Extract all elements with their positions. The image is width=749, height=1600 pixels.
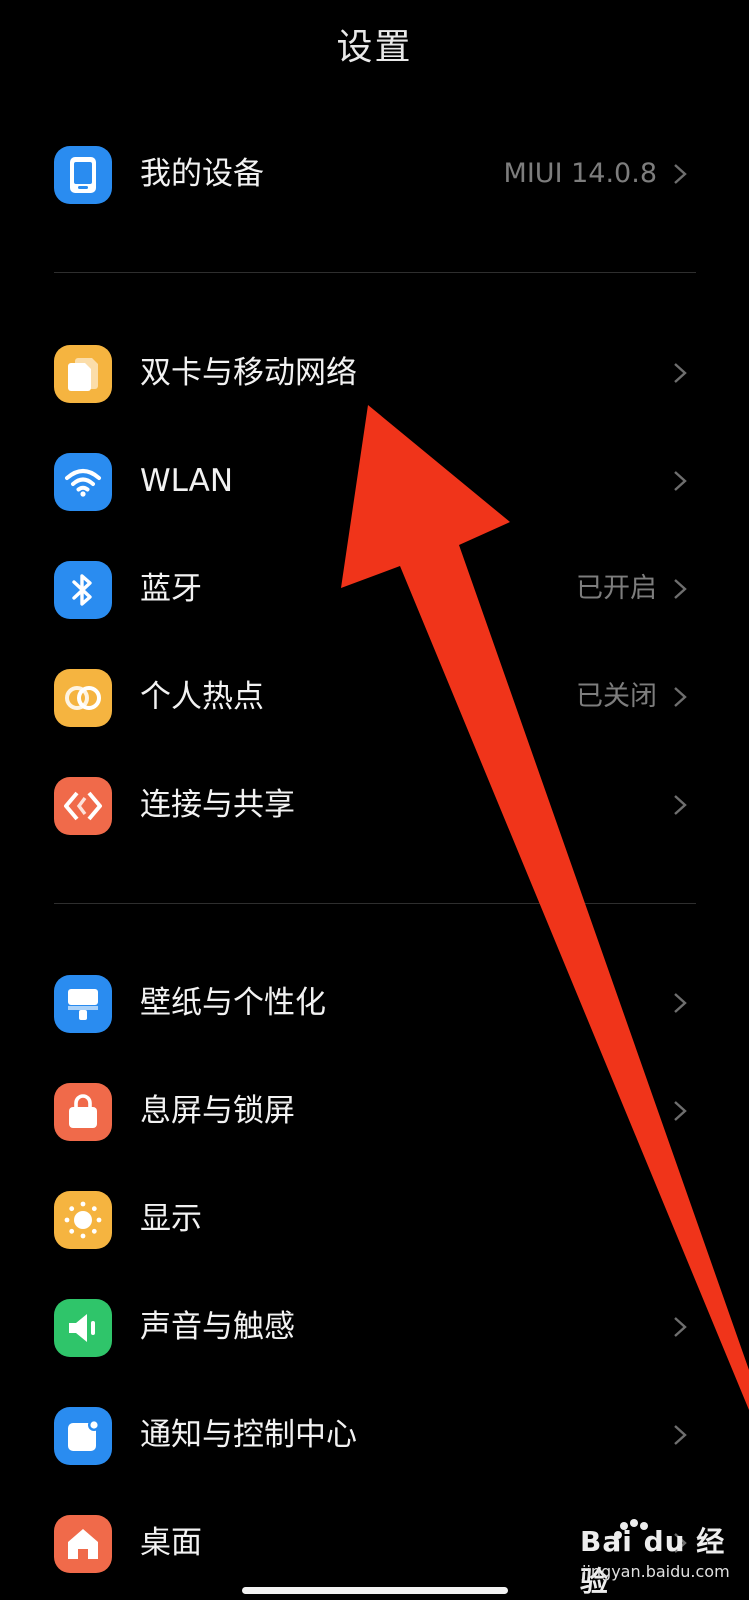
red-arrow-annotation — [341, 405, 749, 1410]
home-indicator-bar[interactable] — [242, 1587, 508, 1594]
watermark-url: jingyan.baidu.com — [582, 1562, 730, 1581]
watermark-brand: Bai du 经验 — [580, 1525, 726, 1598]
